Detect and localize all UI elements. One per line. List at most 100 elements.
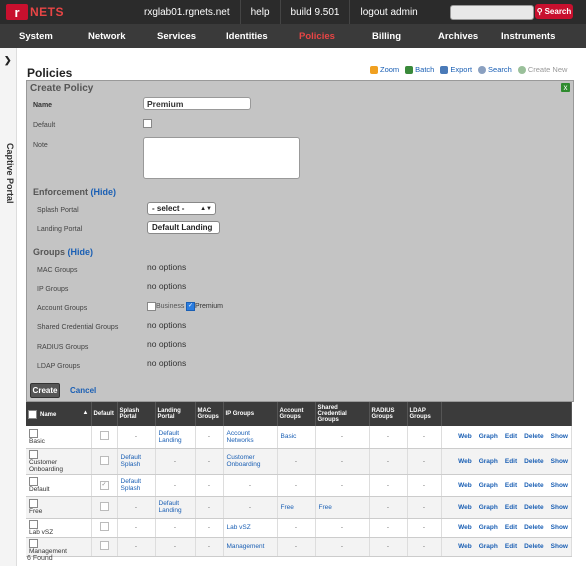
cell-splash-link[interactable]: Default Splash: [121, 478, 142, 492]
cell-ip[interactable]: Lab vSZ: [223, 518, 278, 538]
cell-ip-link[interactable]: Customer Onboarding: [227, 454, 261, 468]
cell-landing[interactable]: -: [155, 474, 196, 497]
web-link[interactable]: Web: [458, 543, 472, 550]
cell-account-link[interactable]: Basic: [281, 433, 297, 440]
table-row[interactable]: Default ✓ Default Splash - - - - - - - Web Graph Edi…: [26, 474, 572, 497]
cell-splash[interactable]: Default Splash: [117, 474, 156, 497]
nav-archives[interactable]: Archives: [438, 31, 478, 42]
header-account[interactable]: Account Groups: [277, 402, 316, 426]
delete-link[interactable]: Delete: [524, 504, 544, 511]
cell-shared-link[interactable]: Free: [319, 504, 332, 511]
show-link[interactable]: Show: [551, 458, 568, 465]
cell-radius[interactable]: -: [369, 537, 408, 557]
cell-name[interactable]: Free: [26, 496, 92, 519]
cell-splash[interactable]: -: [117, 426, 156, 449]
table-row[interactable]: Management - - - Management - - - - Web Graph Edit D…: [26, 537, 572, 557]
row-checkbox[interactable]: [29, 476, 38, 486]
header-default[interactable]: Default: [91, 402, 118, 426]
delete-link[interactable]: Delete: [524, 458, 544, 465]
cell-mac[interactable]: -: [195, 518, 224, 538]
name-input[interactable]: Premium: [143, 97, 251, 110]
graph-link[interactable]: Graph: [479, 433, 498, 440]
graph-link[interactable]: Graph: [479, 504, 498, 511]
table-row[interactable]: Lab vSZ - - - Lab vSZ - - - - Web Graph Edit Delete S…: [26, 518, 572, 538]
web-link[interactable]: Web: [458, 524, 472, 531]
cell-splash[interactable]: Default Splash: [117, 448, 156, 475]
account-premium-checkbox[interactable]: ✓: [186, 302, 195, 311]
close-icon[interactable]: x: [561, 83, 570, 92]
row-checkbox[interactable]: [29, 428, 38, 438]
batch-action[interactable]: Batch: [405, 65, 434, 74]
show-link[interactable]: Show: [551, 524, 568, 531]
edit-link[interactable]: Edit: [505, 543, 517, 550]
cell-ldap[interactable]: -: [407, 496, 442, 519]
cell-shared[interactable]: -: [315, 474, 370, 497]
cell-radius[interactable]: -: [369, 426, 408, 449]
cell-shared[interactable]: -: [315, 518, 370, 538]
cell-radius[interactable]: -: [369, 474, 408, 497]
cell-ldap[interactable]: -: [407, 448, 442, 475]
cell-mac[interactable]: -: [195, 474, 224, 497]
cell-ip[interactable]: Management: [223, 537, 278, 557]
header-ldap[interactable]: LDAP Groups: [407, 402, 442, 426]
header-splash[interactable]: Splash Portal: [117, 402, 156, 426]
create-button[interactable]: Create: [30, 383, 60, 398]
cell-account[interactable]: -: [277, 518, 316, 538]
cell-landing[interactable]: -: [155, 537, 196, 557]
cell-splash[interactable]: -: [117, 518, 156, 538]
cell-name[interactable]: Basic: [26, 426, 92, 449]
create-new-action[interactable]: Create New: [517, 65, 567, 74]
help-link[interactable]: help: [239, 0, 280, 24]
cell-splash[interactable]: -: [117, 496, 156, 519]
delete-link[interactable]: Delete: [524, 543, 544, 550]
cell-mac[interactable]: -: [195, 426, 224, 449]
table-row[interactable]: Basic - Default Landing - Account Networks Ba…: [26, 426, 572, 449]
cell-ldap[interactable]: -: [407, 426, 442, 449]
nav-network[interactable]: Network: [88, 31, 125, 42]
table-row[interactable]: Free - Default Landing - - Free Free - - Web Graph…: [26, 496, 572, 519]
show-link[interactable]: Show: [551, 543, 568, 550]
cell-ip[interactable]: Customer Onboarding: [223, 448, 278, 475]
nav-system[interactable]: System: [19, 31, 53, 42]
edit-link[interactable]: Edit: [505, 433, 517, 440]
nav-policies[interactable]: Policies: [299, 31, 335, 42]
cell-shared[interactable]: -: [315, 426, 370, 449]
cell-landing-link[interactable]: Default Landing: [159, 430, 182, 444]
graph-link[interactable]: Graph: [479, 458, 498, 465]
header-radius[interactable]: RADIUS Groups: [369, 402, 408, 426]
edit-link[interactable]: Edit: [505, 458, 517, 465]
cell-ip[interactable]: -: [223, 496, 278, 519]
graph-link[interactable]: Graph: [479, 543, 498, 550]
cell-account[interactable]: Free: [277, 496, 316, 519]
nav-billing[interactable]: Billing: [372, 31, 401, 42]
logout-link[interactable]: logout admin: [349, 0, 427, 24]
cell-ldap[interactable]: -: [407, 537, 442, 557]
cell-mac[interactable]: -: [195, 537, 224, 557]
cell-name[interactable]: Management: [26, 537, 92, 557]
cell-shared[interactable]: Free: [315, 496, 370, 519]
cell-account[interactable]: Basic: [277, 426, 316, 449]
cell-landing[interactable]: Default Landing: [155, 496, 196, 519]
global-search-input[interactable]: [450, 5, 534, 20]
graph-link[interactable]: Graph: [479, 524, 498, 531]
nav-services[interactable]: Services: [157, 31, 196, 42]
note-textarea[interactable]: [143, 137, 300, 179]
cell-name[interactable]: Default: [26, 474, 92, 497]
cell-radius[interactable]: -: [369, 518, 408, 538]
sidebar-captive-portal[interactable]: Captive Portal: [5, 143, 15, 204]
cell-account[interactable]: -: [277, 474, 316, 497]
show-link[interactable]: Show: [551, 433, 568, 440]
web-link[interactable]: Web: [458, 504, 472, 511]
cell-ip-link[interactable]: Lab vSZ: [227, 524, 251, 531]
cell-ldap[interactable]: -: [407, 518, 442, 538]
cell-landing[interactable]: Default Landing: [155, 426, 196, 449]
build-link[interactable]: build 9.501: [279, 0, 350, 24]
default-checkbox[interactable]: [143, 119, 152, 128]
show-link[interactable]: Show: [551, 504, 568, 511]
header-landing[interactable]: Landing Portal: [155, 402, 196, 426]
row-checkbox[interactable]: [29, 498, 38, 508]
header-name[interactable]: Name ▲: [26, 402, 92, 426]
row-checkbox[interactable]: [29, 538, 38, 548]
cell-ldap[interactable]: -: [407, 474, 442, 497]
table-row[interactable]: Customer Onboarding Default Splash - - Custo…: [26, 448, 572, 475]
